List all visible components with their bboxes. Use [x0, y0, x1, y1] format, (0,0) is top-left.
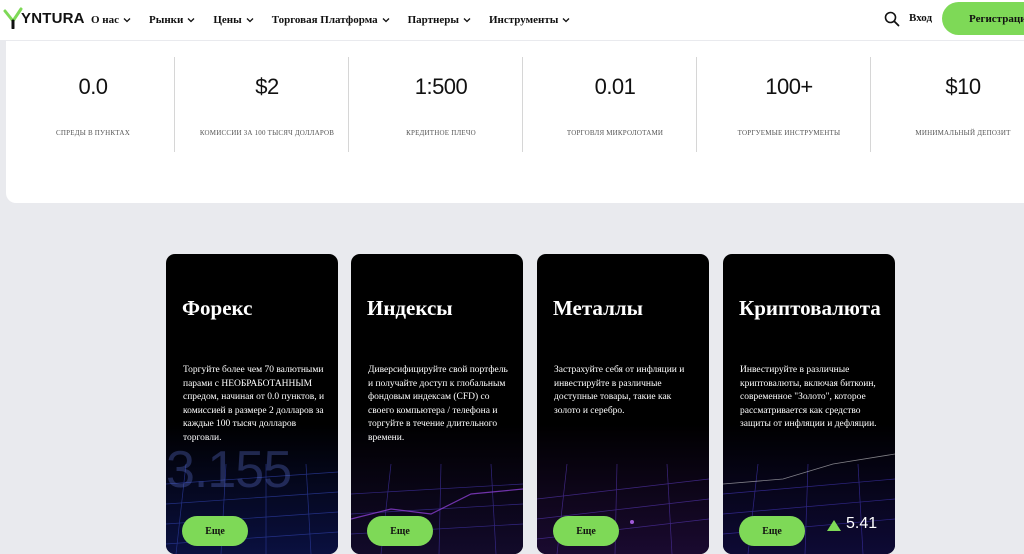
market-card-crypto: Криптовалюта Инвестируйте в различные кр…: [723, 254, 895, 554]
login-link[interactable]: Вход: [909, 12, 932, 24]
stat-min-deposit: $10 минимальный депозит: [876, 41, 1024, 203]
card-description: Инвестируйте в различные криптовалюты, в…: [740, 365, 877, 430]
chevron-down-icon: [123, 18, 131, 23]
more-button[interactable]: Еще: [182, 516, 248, 546]
more-button[interactable]: Еще: [553, 516, 619, 546]
stat-label: кредитное плечо: [406, 129, 476, 137]
stat-label: комиссии за 100 тысяч долларов: [199, 129, 335, 137]
divider: [522, 57, 523, 152]
stat-value: 0.0: [78, 74, 108, 99]
nav-item-tools[interactable]: Инструменты: [489, 14, 570, 26]
stat-value: 1:500: [414, 74, 468, 99]
card-description: Диверсифицируйте свой портфель и получай…: [368, 365, 508, 443]
logo-text: YNTURA: [21, 9, 85, 27]
divider: [174, 57, 175, 152]
stat-label: спреды в пунктах: [56, 129, 130, 137]
ticker-value: 5.41: [846, 515, 878, 532]
nav-item-label: Рынки: [149, 14, 184, 26]
chevron-down-icon: [187, 18, 195, 23]
register-button[interactable]: Регистрация: [942, 2, 1024, 35]
nav-item-platform[interactable]: Торговая Платформа: [272, 14, 390, 26]
nav-item-label: Инструменты: [488, 14, 559, 26]
search-icon[interactable]: [884, 11, 900, 27]
nav-item-label: Торговая Платформа: [271, 14, 378, 26]
market-card-forex: 3.155 Форекс Торгуйте более чем 70 валют…: [166, 254, 338, 554]
card-title: Форекс: [182, 296, 253, 320]
chevron-down-icon: [382, 18, 390, 23]
stat-value: 100+: [765, 74, 813, 99]
stat-value: $2: [255, 74, 279, 99]
up-arrow-icon: [827, 520, 841, 531]
more-button[interactable]: Еще: [367, 516, 433, 546]
more-button[interactable]: Еще: [739, 516, 805, 546]
nav-item-markets[interactable]: Рынки: [149, 14, 195, 26]
stat-spreads: 0.0 спреды в пунктах: [6, 41, 180, 203]
stat-microlots: 0.01 торговля микролотами: [528, 41, 702, 203]
card-title: Криптовалюта: [739, 296, 881, 320]
nav-item-partners[interactable]: Партнеры: [408, 14, 471, 26]
market-card-metals: Металлы Застрахуйте себя от инфляции и и…: [537, 254, 709, 554]
market-card-indices: Индексы Диверсифицируйте свой портфель и…: [351, 254, 523, 554]
logo[interactable]: YNTURA: [3, 7, 85, 29]
stat-label: минимальный депозит: [915, 129, 1011, 137]
logo-mark-icon: [3, 7, 23, 29]
top-navigation-bar: YNTURA О нас Рынки Цены Торговая Платфор…: [0, 0, 1024, 40]
main-nav: О нас Рынки Цены Торговая Платформа Парт…: [91, 0, 588, 40]
stats-panel: 0.0 спреды в пунктах $2 комиссии за 100 …: [6, 41, 1024, 203]
nav-item-about[interactable]: О нас: [91, 14, 131, 26]
nav-item-label: Партнеры: [407, 14, 459, 26]
nav-item-label: Цены: [213, 14, 242, 26]
divider: [348, 57, 349, 152]
stat-value: $10: [945, 74, 981, 99]
card-title: Индексы: [367, 296, 453, 320]
stat-label: торговля микролотами: [566, 129, 664, 137]
divider: [870, 57, 871, 152]
chevron-down-icon: [246, 18, 254, 23]
nav-item-prices[interactable]: Цены: [213, 14, 254, 26]
stat-commission: $2 комиссии за 100 тысяч долларов: [180, 41, 354, 203]
nav-item-label: О нас: [91, 14, 120, 26]
chevron-down-icon: [562, 18, 570, 23]
card-description: Торгуйте более чем 70 валютными парами с…: [183, 365, 325, 443]
stat-label: торгуемые инструменты: [737, 129, 841, 137]
stat-leverage: 1:500 кредитное плечо: [354, 41, 528, 203]
stat-value: 0.01: [594, 74, 636, 99]
card-description: Застрахуйте себя от инфляции и инвестиру…: [554, 365, 685, 416]
chevron-down-icon: [463, 18, 471, 23]
card-title: Металлы: [553, 296, 644, 320]
divider: [696, 57, 697, 152]
stat-instruments: 100+ торгуемые инструменты: [702, 41, 876, 203]
ticker-decoration: 3.155: [166, 441, 292, 499]
